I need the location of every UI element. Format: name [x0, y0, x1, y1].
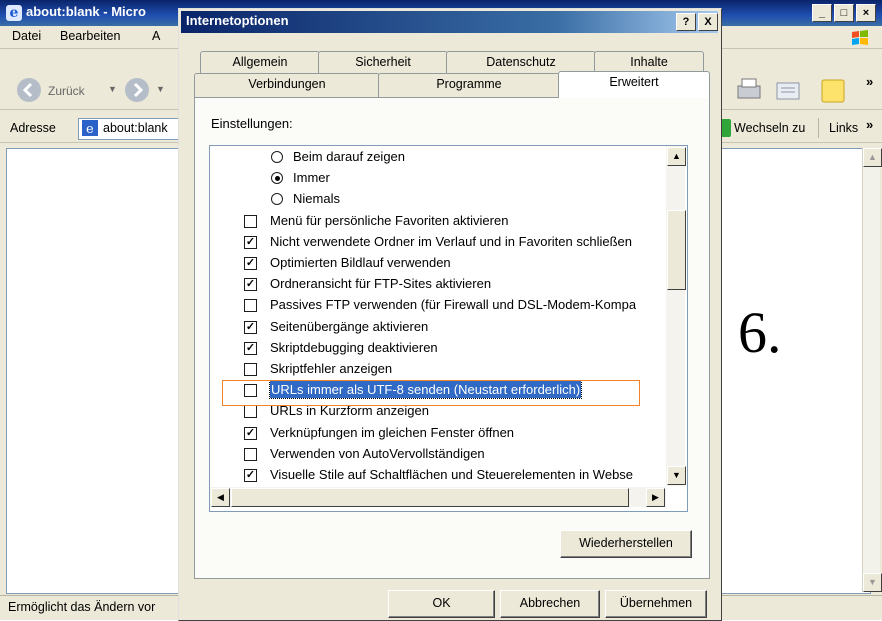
setting-label: Seitenübergänge aktivieren [270, 318, 429, 334]
setting-label: Menü für persönliche Favoriten aktiviere… [270, 212, 509, 228]
ok-button[interactable]: OK [388, 590, 495, 618]
checkbox-checked-icon[interactable]: ✓ [244, 341, 257, 355]
forward-dropdown-icon[interactable]: ▼ [156, 84, 165, 94]
list-scroll-up-icon[interactable]: ▲ [667, 147, 686, 166]
settings-hscroll[interactable]: ◀ ▶ [210, 487, 666, 507]
edit-icon[interactable] [774, 78, 804, 104]
tab-programme[interactable]: Programme [378, 73, 560, 98]
help-button[interactable]: ? [676, 13, 696, 31]
links-label[interactable]: Links [829, 121, 858, 135]
setting-label: Passives FTP verwenden (für Firewall und… [270, 297, 637, 313]
checkbox-empty-icon[interactable] [244, 384, 257, 398]
setting-label: Ordneransicht für FTP-Sites aktivieren [270, 276, 492, 292]
scroll-up-icon[interactable]: ▲ [863, 148, 882, 167]
svg-text:e: e [86, 122, 94, 136]
menu-bearbeiten[interactable]: Bearbeiten [60, 29, 120, 43]
setting-label: Verknüpfungen im gleichen Fenster öffnen [270, 424, 515, 440]
setting-label: URLs in Kurzform anzeigen [270, 403, 429, 419]
address-label: Adresse [10, 121, 56, 135]
list-scroll-down-icon[interactable]: ▼ [667, 466, 686, 485]
back-dropdown-icon[interactable]: ▼ [108, 84, 117, 94]
radio-button[interactable] [271, 151, 283, 163]
restore-button[interactable]: Wiederherstellen [560, 530, 692, 558]
step-marker: 6. [738, 300, 782, 365]
checkbox-empty-icon[interactable] [244, 447, 257, 461]
checkbox-checked-icon[interactable]: ✓ [244, 235, 257, 249]
tab-sicherheit[interactable]: Sicherheit [318, 51, 448, 74]
status-text: Ermöglicht das Ändern vor [8, 600, 156, 614]
menu-datei[interactable]: Datei [12, 29, 41, 43]
window-controls: _ □ × [812, 4, 876, 22]
browser-title: about:blank - Micro [26, 4, 146, 19]
toolbar-more-icon[interactable]: » [866, 74, 873, 89]
checkbox-empty-icon[interactable] [244, 299, 257, 313]
discuss-icon[interactable] [820, 78, 846, 104]
scroll-down-icon[interactable]: ▼ [863, 573, 882, 592]
setting-label: Skriptfehler anzeigen [270, 361, 393, 376]
checkbox-empty-icon[interactable] [244, 214, 257, 228]
back-button-label[interactable]: Zurück [48, 84, 85, 98]
dialog-title: Internetoptionen [186, 13, 289, 28]
checkbox-checked-icon[interactable]: ✓ [244, 257, 257, 270]
checkbox-checked-icon[interactable]: ✓ [244, 426, 257, 440]
setting-label: URLs immer als UTF-8 senden (Neustart er… [268, 380, 583, 400]
tab-erweitert[interactable]: Erweitert [558, 71, 710, 98]
go-button[interactable]: Wechseln zu [734, 121, 805, 135]
ie-logo-icon: e [6, 5, 22, 21]
checkbox-checked-icon[interactable]: ✓ [244, 278, 257, 292]
setting-label: Visuelle Stile auf Schaltflächen und Ste… [270, 467, 634, 482]
forward-icon[interactable] [124, 77, 150, 103]
separator [818, 118, 819, 138]
list-scroll-thumb[interactable] [667, 210, 686, 290]
setting-label: Immer [293, 170, 330, 186]
print-icon[interactable] [734, 76, 764, 104]
checkbox-checked-icon[interactable]: ✓ [244, 469, 257, 482]
dialog-controls: ? X [676, 13, 718, 31]
ie-page-icon: e [82, 120, 98, 136]
setting-label: Niemals [293, 191, 340, 207]
links-more-icon[interactable]: » [866, 117, 873, 132]
maximize-button[interactable]: □ [834, 4, 854, 22]
close-button[interactable]: × [856, 4, 876, 22]
settings-label: Einstellungen: [211, 116, 293, 131]
tab-verbindungen[interactable]: Verbindungen [194, 73, 380, 98]
windows-flag-icon [852, 30, 868, 45]
tab-allgemein[interactable]: Allgemein [200, 51, 320, 74]
setting-label: Verwenden von AutoVervollständigen [270, 445, 485, 461]
list-hscroll-thumb[interactable] [231, 488, 629, 507]
page-scrollbar[interactable]: ▲ ▼ [862, 148, 882, 592]
setting-label: Beim darauf zeigen [293, 149, 406, 164]
minimize-button[interactable]: _ [812, 4, 832, 22]
apply-button[interactable]: Übernehmen [605, 590, 707, 618]
checkbox-checked-icon[interactable]: ✓ [244, 320, 257, 334]
menu-ansicht[interactable]: A [152, 29, 160, 43]
list-scroll-right-icon[interactable]: ▶ [646, 488, 665, 507]
setting-label: Nicht verwendete Ordner im Verlauf und i… [270, 233, 633, 249]
settings-vscroll[interactable]: ▲ ▼ [666, 146, 686, 486]
dialog-close-button[interactable]: X [698, 13, 718, 31]
back-icon[interactable] [16, 77, 42, 103]
checkbox-empty-icon[interactable] [244, 405, 257, 419]
address-value: about:blank [103, 121, 168, 135]
checkbox-empty-icon[interactable] [244, 363, 257, 376]
cancel-button[interactable]: Abbrechen [500, 590, 600, 618]
list-scroll-left-icon[interactable]: ◀ [211, 488, 230, 507]
setting-label: Optimierten Bildlauf verwenden [270, 255, 451, 270]
setting-label: Skriptdebugging deaktivieren [270, 339, 438, 355]
